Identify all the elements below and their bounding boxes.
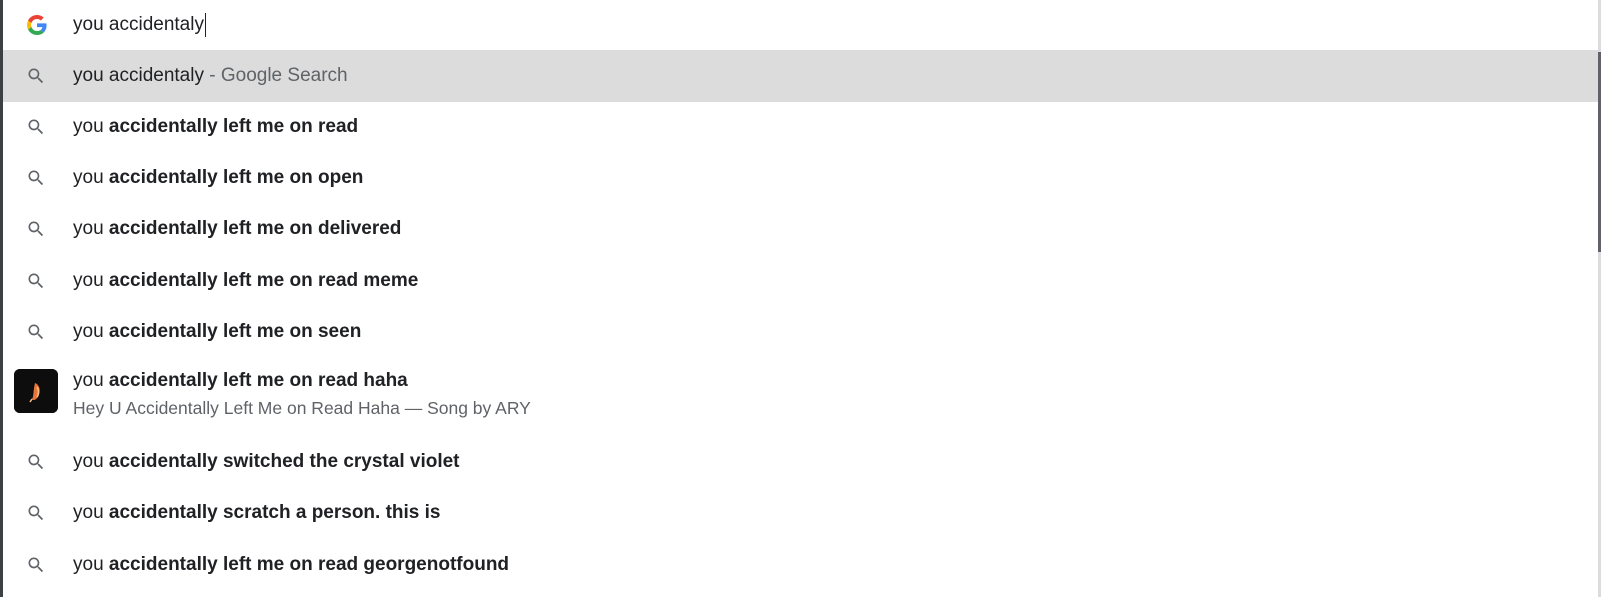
search-icon [28,170,44,186]
album-art-thumbnail [14,369,58,413]
suggestion-row[interactable]: you accidentally left me on open [3,152,1598,204]
search-icon [28,68,44,84]
suggestion-text: you accidentally left me on read haha [73,370,408,391]
suggestion-text: you accidentally left me on read georgen… [73,554,510,575]
suggestion-subtitle: Hey U Accidentally Left Me on Read Haha … [73,398,531,418]
omnibox-input[interactable]: you accidentaly [73,13,206,37]
suggestion-text: you accidentally left me on read meme [73,270,419,291]
omnibox-query: you accidentaly [73,14,204,35]
suggestion-row[interactable]: you accidentally left me on read georgen… [3,539,1598,591]
suggestion-row[interactable]: you accidentally left me on delivered [3,203,1598,255]
suggestion-row-google-search[interactable]: you accidentaly - Google Search [3,50,1598,102]
album-art-image [14,369,58,413]
suggestion-text: you accidentally left me on delivered [73,218,402,239]
suggestion-row[interactable]: you accidentally left me on read [3,101,1598,153]
suggestion-text: you accidentally left me on open [73,167,364,188]
suggestion-row-entity[interactable]: you accidentally left me on read haha He… [3,362,1598,436]
suggestion-row[interactable]: you accidentally scratch a person. this … [3,487,1598,539]
suggestion-text: you accidentally left me on seen [73,321,362,342]
suggestion-row[interactable]: you accidentally left me on seen [3,306,1598,358]
search-icon [28,454,44,470]
search-icon [28,557,44,573]
omnibox[interactable]: you accidentaly [3,0,1598,50]
search-icon [28,221,44,237]
search-icon [28,324,44,340]
suggestion-text: you accidentally scratch a person. this … [73,502,441,523]
omnibox-dropdown: you accidentaly you accidentaly - Google… [3,0,1598,597]
text-caret [204,13,206,37]
suggestion-text: you accidentaly - Google Search [73,65,348,86]
google-g-icon [27,15,47,35]
suggestion-row[interactable]: you accidentally left me on read meme [3,255,1598,307]
search-icon [28,273,44,289]
search-icon [28,119,44,135]
suggestion-text: you accidentally switched the crystal vi… [73,451,460,472]
search-icon [28,505,44,521]
suggestion-text: you accidentally left me on read [73,116,359,137]
suggestion-row[interactable]: you accidentally switched the crystal vi… [3,436,1598,488]
